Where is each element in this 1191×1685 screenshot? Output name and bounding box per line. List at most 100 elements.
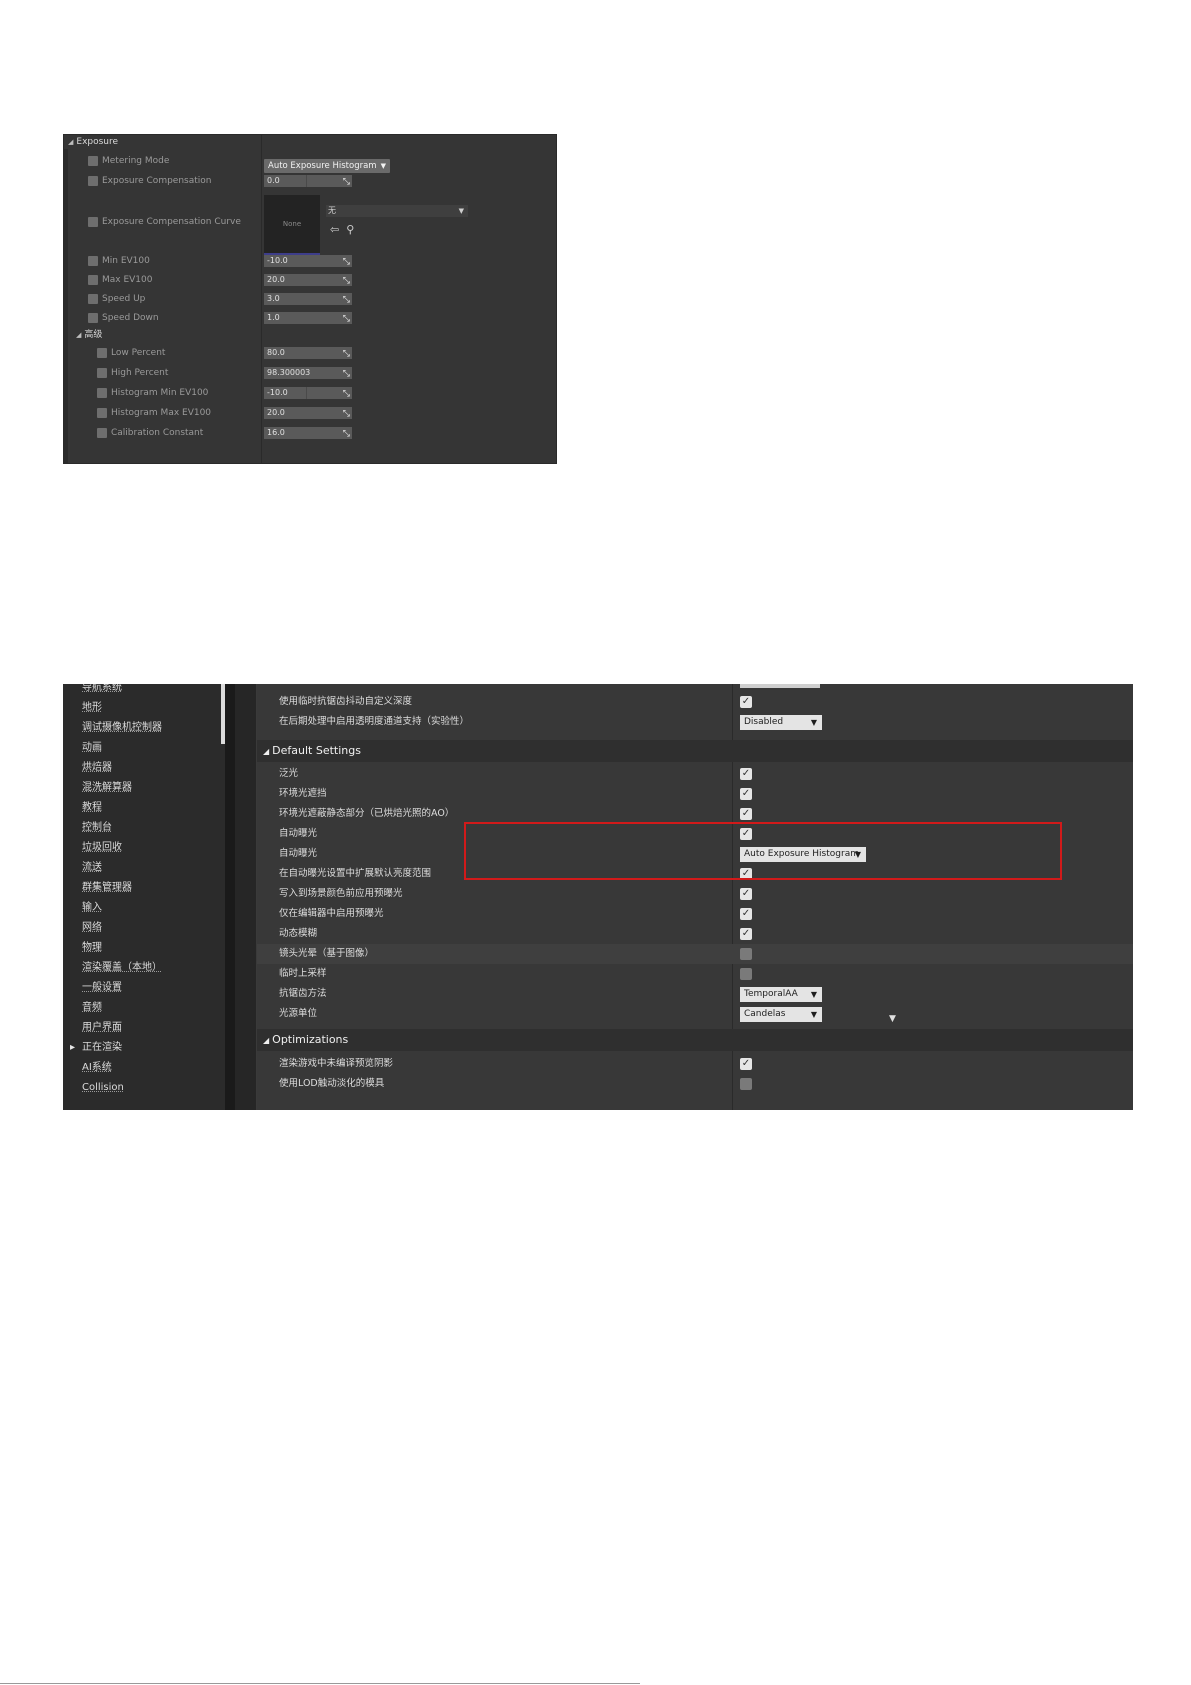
setting-checkbox[interactable]: ✓ — [740, 768, 752, 780]
setting-checkbox[interactable]: ✓ — [740, 948, 752, 960]
histogram-min-ev100-field[interactable]: -10.0 ⤡ — [264, 387, 352, 399]
resize-cursor-icon: ⤡ — [342, 314, 350, 324]
setting-checkbox[interactable]: ✓ — [740, 1078, 752, 1090]
setting-dropdown[interactable]: Disabled ▼ — [740, 715, 822, 730]
setting-dropdown[interactable]: TemporalAA ▼ — [740, 987, 822, 1002]
speed-down-field[interactable]: 1.0 ⤡ — [264, 312, 352, 324]
override-checkbox[interactable] — [97, 367, 107, 378]
histogram-max-ev100-field[interactable]: 20.0 ⤡ — [264, 407, 352, 419]
sidebar-item[interactable]: 渲染覆盖（本地） — [82, 958, 162, 978]
thumbnail-label: None — [282, 220, 302, 228]
setting-checkbox[interactable]: ✓ — [740, 908, 752, 920]
override-checkbox[interactable] — [97, 407, 107, 418]
sidebar-item[interactable]: Collision — [82, 1078, 124, 1098]
setting-checkbox[interactable]: ✓ — [740, 868, 752, 880]
high-percent-field[interactable]: 98.300003 ⤡ — [264, 367, 352, 379]
setting-row: 使用临时抗锯齿抖动自定义深度 ✓ — [257, 692, 1133, 712]
setting-label: 镜头光晕（基于图像） — [279, 948, 375, 959]
sidebar-scrollbar-thumb[interactable] — [221, 684, 225, 744]
prop-label: Exposure Compensation Curve — [102, 217, 241, 227]
use-selected-arrow-icon[interactable]: ⇦ — [330, 223, 339, 236]
sidebar-scrollbar-track[interactable] — [225, 684, 235, 1110]
browse-search-icon[interactable]: ⚲ — [346, 223, 354, 236]
low-percent-field[interactable]: 80.0 ⤡ — [264, 347, 352, 359]
sidebar-item[interactable]: 用户界面 — [82, 1018, 122, 1038]
sidebar-item[interactable]: 地形 — [82, 698, 102, 718]
override-checkbox[interactable] — [97, 347, 107, 358]
setting-label: 泛光 — [279, 768, 299, 779]
metering-mode-dropdown[interactable]: Auto Exposure Histogram ▼ — [264, 159, 390, 173]
override-checkbox[interactable] — [88, 216, 98, 227]
resize-cursor-icon: ⤡ — [342, 389, 350, 399]
partial-control — [740, 684, 820, 688]
override-checkbox[interactable] — [88, 274, 98, 285]
curve-thumbnail[interactable]: None — [264, 195, 320, 255]
dropdown-value: 无 — [328, 206, 336, 215]
setting-dropdown[interactable]: Candelas ▼ — [740, 1007, 822, 1022]
setting-checkbox[interactable]: ✓ — [740, 828, 752, 840]
setting-checkbox[interactable]: ✓ — [740, 808, 752, 820]
prop-label: Exposure Compensation — [102, 176, 212, 186]
sidebar-item[interactable]: AI系统 — [82, 1058, 112, 1078]
override-checkbox[interactable] — [88, 312, 98, 323]
sidebar-item[interactable]: 控制台 — [82, 818, 112, 838]
override-checkbox[interactable] — [88, 293, 98, 304]
sidebar-item[interactable]: 垃圾回收 — [82, 838, 122, 858]
sidebar-item[interactable]: 混洗解算器 — [82, 778, 132, 798]
prop-label: Low Percent — [111, 348, 166, 358]
max-ev100-field[interactable]: 20.0 ⤡ — [264, 274, 352, 286]
sidebar-item[interactable]: 调试摄像机控制器 — [82, 718, 162, 738]
min-ev100-field[interactable]: -10.0 ⤡ — [264, 255, 352, 267]
override-checkbox[interactable] — [97, 427, 107, 438]
speed-up-field[interactable]: 3.0 ⤡ — [264, 293, 352, 305]
sidebar-item[interactable]: 物理 — [82, 938, 102, 958]
sidebar-item[interactable]: 输入 — [82, 898, 102, 918]
indent-bar — [64, 149, 68, 463]
section-default-settings[interactable]: ◢ Default Settings — [257, 740, 1133, 762]
setting-label: 环境光遮蔽静态部分（已烘焙光照的AO） — [279, 808, 455, 819]
override-checkbox[interactable] — [88, 175, 98, 186]
exposure-compensation-field[interactable]: 0.0 ⤡ — [264, 175, 352, 187]
sidebar-item[interactable]: 一般设置 — [82, 978, 122, 998]
resize-cursor-icon: ⤡ — [342, 276, 350, 286]
setting-checkbox[interactable]: ✓ — [740, 696, 752, 708]
section-optimizations[interactable]: ◢ Optimizations — [257, 1029, 1133, 1051]
sidebar-item-rendering[interactable]: 正在渲染 — [70, 1038, 122, 1058]
prop-exposure-compensation: Exposure Compensation — [88, 173, 211, 189]
sidebar-item[interactable]: 音频 — [82, 998, 102, 1018]
sidebar-item[interactable]: 网络 — [82, 918, 102, 938]
dropdown-value: Auto Exposure Histogram — [268, 161, 377, 171]
setting-label: 自动曝光 — [279, 828, 318, 839]
section-title: Default Settings — [272, 744, 361, 757]
setting-checkbox[interactable]: ✓ — [740, 888, 752, 900]
sidebar-item[interactable]: 教程 — [82, 798, 102, 818]
prop-label: Max EV100 — [102, 275, 153, 285]
sidebar-item[interactable]: 烘焙器 — [82, 758, 112, 778]
resize-cursor-icon: ⤡ — [342, 257, 350, 267]
category-label: Exposure — [76, 137, 119, 147]
sidebar-item[interactable]: 动画 — [82, 738, 102, 758]
curve-asset-dropdown[interactable]: 无 ▼ — [326, 205, 468, 217]
sidebar-item[interactable]: 导航系统 — [82, 684, 122, 698]
prop-label: Histogram Min EV100 — [111, 388, 209, 398]
setting-checkbox[interactable]: ✓ — [740, 1058, 752, 1070]
prop-histogram-min-ev100: Histogram Min EV100 — [97, 385, 208, 401]
override-checkbox[interactable] — [97, 387, 107, 398]
calibration-constant-field[interactable]: 16.0 ⤡ — [264, 427, 352, 439]
override-checkbox[interactable] — [88, 155, 98, 166]
project-settings-panel: 导航系统 地形 调试摄像机控制器 动画 烘焙器 混洗解算器 教程 控制台 垃圾回… — [63, 684, 1133, 1110]
resize-cursor-icon: ⤡ — [342, 349, 350, 359]
setting-checkbox[interactable]: ✓ — [740, 968, 752, 980]
sidebar-item[interactable]: 群集管理器 — [82, 878, 132, 898]
setting-row: 渲染游戏中未编译预览阴影 ✓ — [257, 1054, 1133, 1074]
setting-checkbox[interactable]: ✓ — [740, 928, 752, 940]
show-advanced-arrow-icon[interactable]: ▼ — [889, 1014, 896, 1024]
sidebar-item[interactable]: 流送 — [82, 858, 102, 878]
category-exposure[interactable]: ◢ Exposure — [68, 135, 118, 149]
setting-dropdown[interactable]: Auto Exposure Histogram ▼ — [740, 847, 866, 862]
setting-checkbox[interactable]: ✓ — [740, 788, 752, 800]
category-advanced[interactable]: ◢ 高级 — [76, 328, 102, 342]
dropdown-arrow-icon: ▼ — [854, 850, 861, 859]
override-checkbox[interactable] — [88, 255, 98, 266]
setting-row: 动态模糊 ✓ — [257, 924, 1133, 944]
